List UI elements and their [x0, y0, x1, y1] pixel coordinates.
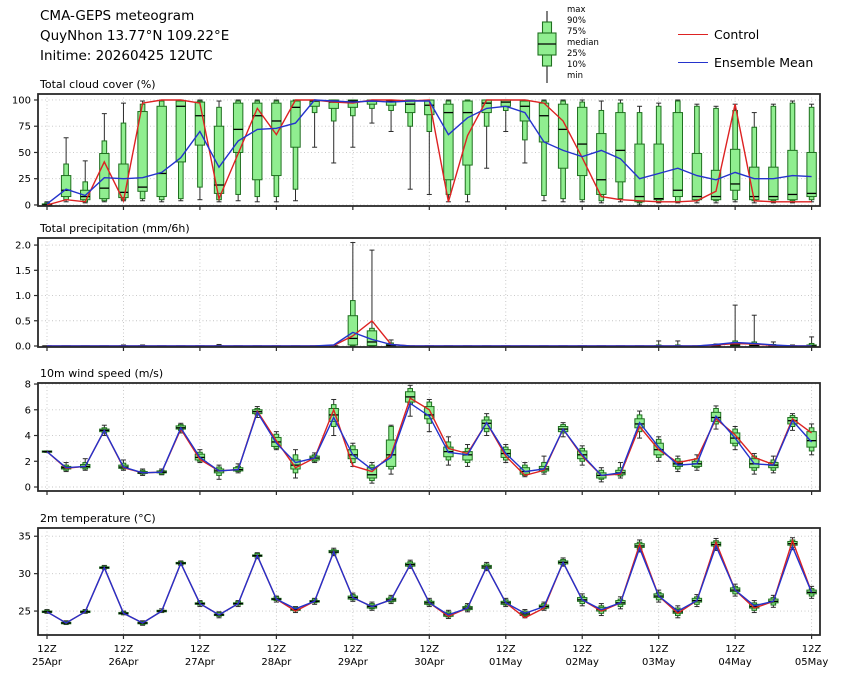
xtick-date-label: 04May — [718, 657, 751, 668]
meteogram-plot: 02550751000.00.51.01.52.00246825303512Z2… — [0, 0, 842, 680]
xtick-date-label: 28Apr — [261, 657, 292, 668]
ytick-label: 0.0 — [15, 341, 31, 352]
ytick-label: 25 — [18, 607, 31, 618]
xtick-date-label: 25Apr — [32, 657, 63, 668]
ytick-label: 8 — [25, 380, 31, 391]
ytick-label: 50 — [18, 148, 31, 159]
ytick-label: 0 — [25, 483, 31, 494]
xtick-hour-label: 12Z — [37, 644, 57, 655]
ytick-label: 1.5 — [15, 266, 31, 277]
xtick-hour-label: 12Z — [114, 644, 134, 655]
panel-3: 25 30 35 12Z 25Apr 12Z 26Apr 12Z 27Apr 12Z 28Apr 12… — [18, 528, 828, 668]
ytick-label: 4 — [25, 431, 31, 442]
xtick-date-label: 26Apr — [108, 657, 139, 668]
ytick-label: 75 — [18, 122, 31, 133]
ytick-label: 0.5 — [15, 316, 31, 327]
xtick-hour-label: 12Z — [802, 644, 822, 655]
ytick-label: 25 — [18, 174, 31, 185]
xtick-hour-label: 12Z — [496, 644, 516, 655]
xtick-hour-label: 12Z — [572, 644, 592, 655]
ytick-label: 6 — [25, 405, 31, 416]
panel-0: 0 25 50 75 100 — [12, 94, 820, 211]
panel-2: 0 2 4 6 8 — [25, 380, 820, 495]
ytick-label: 35 — [18, 532, 31, 543]
xtick-date-label: 05May — [795, 657, 828, 668]
xtick-hour-label: 12Z — [420, 644, 440, 655]
xtick-hour-label: 12Z — [343, 644, 363, 655]
xtick-hour-label: 12Z — [725, 644, 745, 655]
ytick-label: 100 — [12, 95, 31, 106]
ytick-label: 2 — [25, 457, 31, 468]
panel-1: 0.0 0.5 1.0 1.5 2.0 — [15, 238, 820, 352]
ytick-label: 2.0 — [15, 241, 31, 252]
ytick-label: 30 — [18, 569, 31, 580]
xtick-date-label: 02May — [566, 657, 599, 668]
ytick-label: 0 — [25, 200, 31, 211]
meteogram-figure: CMA-GEPS meteogram QuyNhon 13.77°N 109.2… — [0, 0, 842, 680]
xtick-hour-label: 12Z — [190, 644, 210, 655]
xtick-hour-label: 12Z — [267, 644, 287, 655]
xtick-date-label: 03May — [642, 657, 675, 668]
ytick-label: 1.0 — [15, 291, 31, 302]
xtick-hour-label: 12Z — [649, 644, 669, 655]
xtick-date-label: 27Apr — [185, 657, 216, 668]
xtick-date-label: 30Apr — [414, 657, 445, 668]
xtick-date-label: 29Apr — [338, 657, 369, 668]
xtick-date-label: 01May — [489, 657, 522, 668]
